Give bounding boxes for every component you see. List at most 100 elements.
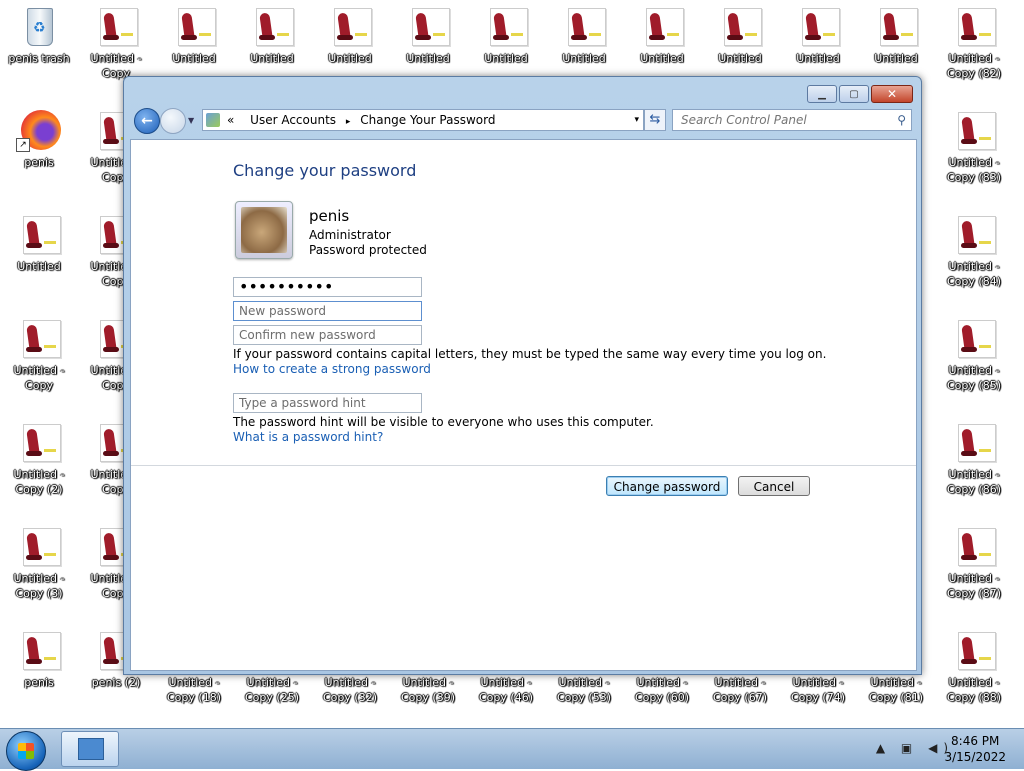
desktop-icon[interactable]: Untitled - Copy (85): [936, 318, 1012, 393]
desktop-icon-label: Untitled: [562, 52, 606, 65]
desktop-icon[interactable]: penis: [1, 630, 77, 690]
desktop-icon[interactable]: ↗ penis: [1, 110, 77, 170]
desktop-icon-label: Untitled - Copy (87): [947, 572, 1001, 600]
file-icon: [951, 6, 997, 50]
file-icon: [16, 422, 62, 466]
file-icon: [639, 6, 685, 50]
desktop-icon[interactable]: Untitled: [234, 6, 310, 66]
recent-pages-dropdown[interactable]: ▼: [188, 116, 194, 125]
windows-logo-icon: [18, 743, 34, 759]
desktop-icon[interactable]: Untitled: [702, 6, 778, 66]
desktop-icon[interactable]: Untitled - Copy (2): [1, 422, 77, 497]
desktop-icon-label: Untitled - Copy (2): [13, 468, 65, 496]
user-role: Administrator: [309, 228, 391, 242]
desktop-icon-label: Untitled - Copy (84): [947, 260, 1001, 288]
desktop-icon-label: Untitled - Copy (88): [947, 676, 1001, 704]
breadcrumb-user-accounts[interactable]: User Accounts: [250, 113, 336, 127]
maximize-button[interactable]: ▢: [839, 85, 869, 103]
control-panel-icon: [78, 738, 104, 760]
breadcrumb-separator[interactable]: ▸: [346, 117, 351, 127]
desktop-icon[interactable]: Untitled - Copy: [1, 318, 77, 393]
desktop-icon-label: penis: [24, 676, 54, 689]
divider: [131, 465, 916, 466]
desktop-icon-label: Untitled - Copy: [13, 364, 65, 392]
navigation-bar: ← ▼ « User Accounts ▸ Change Your Passwo…: [132, 107, 915, 134]
file-icon: [795, 6, 841, 50]
close-button[interactable]: ✕: [871, 85, 913, 103]
file-icon: [249, 6, 295, 50]
desktop-icon-label: Untitled: [17, 260, 61, 273]
back-button[interactable]: ←: [134, 108, 160, 134]
change-password-window: ▁ ▢ ✕ ← ▼ « User Accounts ▸ Change Your …: [123, 76, 922, 675]
desktop-icon[interactable]: Untitled: [468, 6, 544, 66]
strong-password-link[interactable]: How to create a strong password: [233, 362, 431, 376]
system-tray[interactable]: ▲ ▣ ◀): [876, 741, 954, 755]
file-icon: [16, 214, 62, 258]
address-bar[interactable]: « User Accounts ▸ Change Your Password ▾: [202, 109, 644, 131]
search-box: ⚲: [672, 109, 912, 131]
user-picture: [241, 207, 287, 253]
desktop-icon[interactable]: Untitled - Copy (88): [936, 630, 1012, 705]
desktop-icon-label: Untitled - Copy (25): [245, 676, 299, 704]
clock[interactable]: 8:46 PM 3/15/2022: [944, 733, 1006, 765]
search-icon[interactable]: ⚲: [897, 110, 906, 130]
file-icon: [16, 318, 62, 362]
hint-note: The password hint will be visible to eve…: [233, 415, 654, 429]
caps-note: If your password contains capital letter…: [233, 347, 827, 361]
desktop-icon[interactable]: Untitled: [390, 6, 466, 66]
desktop-icon-label: Untitled: [484, 52, 528, 65]
desktop-icon[interactable]: Untitled - Copy (87): [936, 526, 1012, 601]
search-input[interactable]: [679, 110, 883, 130]
control-panel-icon: [206, 113, 220, 127]
desktop-icon-label: penis (2): [91, 676, 141, 689]
password-hint-link[interactable]: What is a password hint?: [233, 430, 383, 444]
address-dropdown-icon[interactable]: ▾: [634, 110, 639, 130]
desktop-icon[interactable]: Untitled - Copy: [78, 6, 154, 81]
clock-date: 3/15/2022: [944, 750, 1006, 764]
minimize-button[interactable]: ▁: [807, 85, 837, 103]
desktop-icon[interactable]: Untitled: [624, 6, 700, 66]
desktop-icon-label: Untitled: [718, 52, 762, 65]
page-title: Change your password: [233, 161, 417, 180]
clock-time: 8:46 PM: [951, 734, 1000, 748]
cancel-button[interactable]: Cancel: [738, 476, 810, 496]
forward-button[interactable]: [160, 108, 186, 134]
file-icon: [16, 526, 62, 570]
desktop-icon[interactable]: ♻ penis trash: [1, 6, 77, 66]
change-password-button[interactable]: Change password: [606, 476, 728, 496]
breadcrumb-overflow[interactable]: «: [227, 113, 234, 127]
file-icon: [16, 630, 62, 674]
desktop-icon-label: Untitled - Copy (60): [635, 676, 689, 704]
desktop-icon-label: Untitled - Copy (82): [947, 52, 1001, 80]
file-icon: [951, 318, 997, 362]
file-icon: [561, 6, 607, 50]
confirm-password-field[interactable]: [233, 325, 422, 345]
desktop-icon[interactable]: Untitled: [156, 6, 232, 66]
desktop-icon[interactable]: Untitled - Copy (82): [936, 6, 1012, 81]
refresh-button[interactable]: ⇆: [644, 109, 666, 131]
desktop-icon[interactable]: Untitled - Copy (83): [936, 110, 1012, 185]
file-icon: [717, 6, 763, 50]
desktop-icon[interactable]: Untitled: [858, 6, 934, 66]
breadcrumb-change-password[interactable]: Change Your Password: [360, 113, 495, 127]
start-button[interactable]: [6, 731, 46, 771]
desktop-icon-label: Untitled - Copy (39): [401, 676, 455, 704]
desktop-icon[interactable]: Untitled: [1, 214, 77, 274]
password-hint-field[interactable]: [233, 393, 422, 413]
desktop-icon-label: Untitled: [796, 52, 840, 65]
desktop-icon-label: Untitled: [328, 52, 372, 65]
current-password-field[interactable]: [233, 277, 422, 297]
desktop-icon-label: Untitled: [640, 52, 684, 65]
desktop-icon[interactable]: Untitled: [780, 6, 856, 66]
file-icon: [951, 630, 997, 674]
desktop-icon[interactable]: Untitled - Copy (86): [936, 422, 1012, 497]
window-controls: ▁ ▢ ✕: [807, 85, 913, 103]
desktop-icon-label: Untitled: [406, 52, 450, 65]
desktop-icon[interactable]: Untitled: [312, 6, 388, 66]
desktop-icon[interactable]: Untitled - Copy (3): [1, 526, 77, 601]
desktop-icon[interactable]: Untitled: [546, 6, 622, 66]
new-password-field[interactable]: [233, 301, 422, 321]
taskbar-control-panel[interactable]: [61, 731, 119, 767]
desktop-icon[interactable]: Untitled - Copy (84): [936, 214, 1012, 289]
desktop-icon-label: Untitled - Copy (46): [479, 676, 533, 704]
